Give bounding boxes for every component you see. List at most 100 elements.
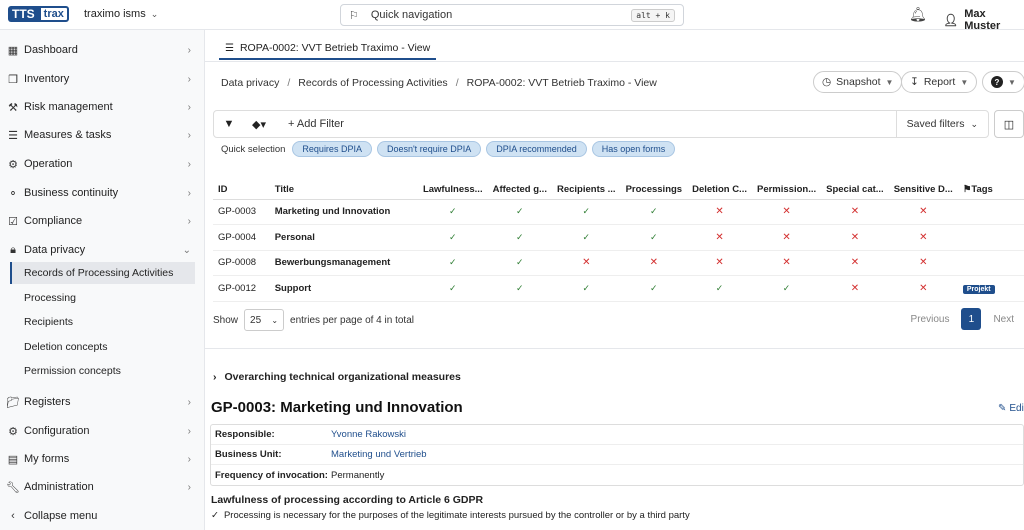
cell-flag: ✕ (751, 250, 822, 276)
sidebar-item-label: Collapse menu (24, 510, 98, 522)
col-header-special[interactable]: Special cat... (821, 180, 889, 200)
pill-dpia-recommended[interactable]: DPIA recommended (486, 141, 587, 157)
responsible-link[interactable]: Yvonne Rakowski (331, 429, 406, 440)
quick-navigation-input[interactable]: ⚐ Quick navigation alt + k (340, 4, 684, 26)
pill-has-open-forms[interactable]: Has open forms (591, 141, 676, 157)
cell-title[interactable]: Personal (269, 224, 418, 251)
cross-icon: ✕ (582, 257, 591, 269)
pill-requires-dpia[interactable]: Requires DPIA (292, 141, 372, 157)
edit-button[interactable]: ✎ Edit (998, 403, 1024, 414)
sidebar-item-risk-management[interactable]: ⚒ Risk management › (0, 95, 205, 119)
cross-icon: ✕ (649, 257, 659, 269)
cell-title[interactable]: Support (269, 275, 418, 302)
chevron-right-icon: › (187, 453, 191, 465)
cross-icon: ✕ (850, 231, 860, 243)
pencil-icon: ✎ (998, 403, 1007, 414)
sidebar-item-compliance[interactable]: ☑ Compliance › (0, 209, 205, 233)
pill-doesnt-require-dpia[interactable]: Doesn't require DPIA (376, 141, 482, 157)
previous-button[interactable]: Previous (911, 314, 950, 325)
sidebar-subitem-recipients[interactable]: Recipients (10, 311, 195, 333)
saved-filters-dropdown[interactable]: Saved filters ⌄ (895, 111, 988, 137)
col-header-permission[interactable]: Permission... (751, 180, 822, 200)
sidebar-subitem-deletion-concepts[interactable]: Deletion concepts (10, 336, 195, 358)
table-row[interactable]: GP-0008 Bewerbungsmanagement ✓ ✓ ✕ ✕ ✕ ✕ ✕ ✕ (213, 250, 1024, 276)
cell-id: GP-0012 (213, 275, 270, 302)
sidebar-item-data-privacy[interactable]: 🔒︎ Data privacy ⌄ (0, 238, 205, 262)
col-header-recipients[interactable]: Recipients ... (551, 180, 621, 200)
sidebar-subitem-ropa[interactable]: Records of Processing Activities (10, 262, 195, 284)
sidebar-item-label: Risk management (24, 101, 113, 113)
chevron-right-icon: › (187, 215, 191, 227)
page-1-button[interactable]: 1 (961, 308, 982, 330)
tag-badge[interactable]: Projekt (962, 284, 995, 294)
logo[interactable]: TTS trax (8, 6, 69, 22)
sidebar-item-operation[interactable]: ⚙ Operation › (0, 152, 205, 176)
overarching-measures-toggle[interactable]: › Overarching technical organizational m… (213, 371, 461, 383)
report-button[interactable]: ↧ Report ▼ (901, 71, 978, 93)
breadcrumb-separator: / (455, 77, 459, 89)
filter-bar: ▼ ◆▾ + Add Filter Saved filters ⌄ (213, 110, 989, 138)
tab-ropa-view[interactable]: ☰ ROPA-0002: VVT Betrieb Traximo - View (219, 38, 437, 60)
chevron-right-icon: › (187, 101, 191, 113)
filter-icon[interactable]: ▼ (214, 118, 244, 130)
col-header-sensitive[interactable]: Sensitive D... (888, 180, 958, 200)
columns-icon: ◫ (1003, 118, 1015, 131)
collapse-menu-button[interactable]: ‹ Collapse menu (0, 504, 205, 528)
layers-icon[interactable]: ◆▾ (244, 118, 274, 131)
columns-button[interactable]: ◫ (994, 110, 1024, 138)
sidebar-item-registers[interactable]: 📁︎ Registers › (0, 390, 205, 414)
list-icon: ☰ (8, 129, 18, 142)
edit-label: Edit (1009, 403, 1024, 414)
sidebar-item-business-continuity[interactable]: ⚬ Business continuity › (0, 181, 205, 205)
col-header-id[interactable]: ID (213, 180, 270, 200)
breadcrumb-data-privacy[interactable]: Data privacy (221, 77, 279, 89)
table-row[interactable]: GP-0004 Personal ✓ ✓ ✓ ✓ ✕ ✕ ✕ ✕ (213, 224, 1024, 251)
cell-title[interactable]: Marketing und Innovation (269, 199, 418, 225)
cell-flag: ✕ (888, 275, 958, 302)
sidebar-item-configuration[interactable]: ⚙ Configuration › (0, 419, 205, 443)
cell-flag: ✕ (888, 250, 958, 276)
lawfulness-heading: Lawfulness of processing according to Ar… (211, 494, 484, 506)
cell-title[interactable]: Bewerbungsmanagement (269, 250, 418, 276)
tenant-selector[interactable]: traximo isms ⌄ (84, 8, 158, 20)
business-unit-link[interactable]: Marketing und Vertrieb (331, 449, 427, 460)
tab-label: ROPA-0002: VVT Betrieb Traximo - View (239, 42, 431, 54)
help-button[interactable]: ? ▼ (982, 71, 1024, 93)
col-header-lawfulness[interactable]: Lawfulness... (417, 180, 488, 200)
cell-flag: ✓ (620, 275, 688, 302)
bell-icon[interactable]: 🔔︎ (909, 6, 927, 23)
per-page-select[interactable]: 25 ⌄ (244, 309, 285, 331)
col-header-tags[interactable]: ⚑Tags (957, 180, 1024, 200)
next-button[interactable]: Next (993, 314, 1014, 325)
col-header-title[interactable]: Title (269, 180, 418, 200)
sidebar-subitem-processing[interactable]: Processing (10, 287, 195, 309)
cross-icon: ✕ (850, 206, 860, 218)
sidebar-item-label: Inventory (24, 73, 70, 85)
col-header-affected[interactable]: Affected g... (487, 180, 552, 200)
per-page-value: 25 (250, 314, 262, 326)
sidebar-subitem-permission-concepts[interactable]: Permission concepts (10, 360, 195, 382)
col-header-deletion[interactable]: Deletion C... (687, 180, 752, 200)
sidebar-item-measures[interactable]: ☰ Measures & tasks › (0, 123, 205, 147)
snapshot-button[interactable]: ◷ Snapshot ▼ (813, 71, 903, 93)
cell-flag: ✕ (687, 250, 752, 276)
logo-tts: TTS (8, 6, 39, 22)
user-menu[interactable]: 👤︎ Max Muster (943, 8, 1024, 32)
col-header-processings[interactable]: Processings (620, 180, 688, 200)
table-row[interactable]: GP-0012 Support ✓ ✓ ✓ ✓ ✓ ✓ ✕ ✕ Projekt (213, 275, 1024, 302)
breadcrumb-ropa[interactable]: Records of Processing Activities (298, 77, 447, 89)
add-filter-button[interactable]: + Add Filter (288, 118, 344, 130)
chevron-down-icon: ⌄ (271, 315, 279, 325)
report-label: Report (923, 76, 956, 88)
sidebar-item-inventory[interactable]: ❒ Inventory › (0, 67, 205, 91)
cross-icon: ✕ (919, 282, 928, 294)
sidebar-item-label: Administration (24, 481, 94, 493)
signpost-icon: ⚐ (349, 9, 359, 22)
table-row[interactable]: GP-0003 Marketing und Innovation ✓ ✓ ✓ ✓ ✕ ✕ ✕ ✕ (213, 199, 1024, 225)
tab-divider (205, 61, 1024, 62)
cell-tags: Projekt (957, 275, 1024, 302)
sidebar-item-administration[interactable]: 🔧︎ Administration › (0, 475, 205, 499)
sidebar-item-dashboard[interactable]: ▦ Dashboard › (0, 38, 205, 62)
cell-flag: ✕ (821, 275, 889, 302)
sidebar-item-my-forms[interactable]: ▤ My forms › (0, 447, 205, 471)
